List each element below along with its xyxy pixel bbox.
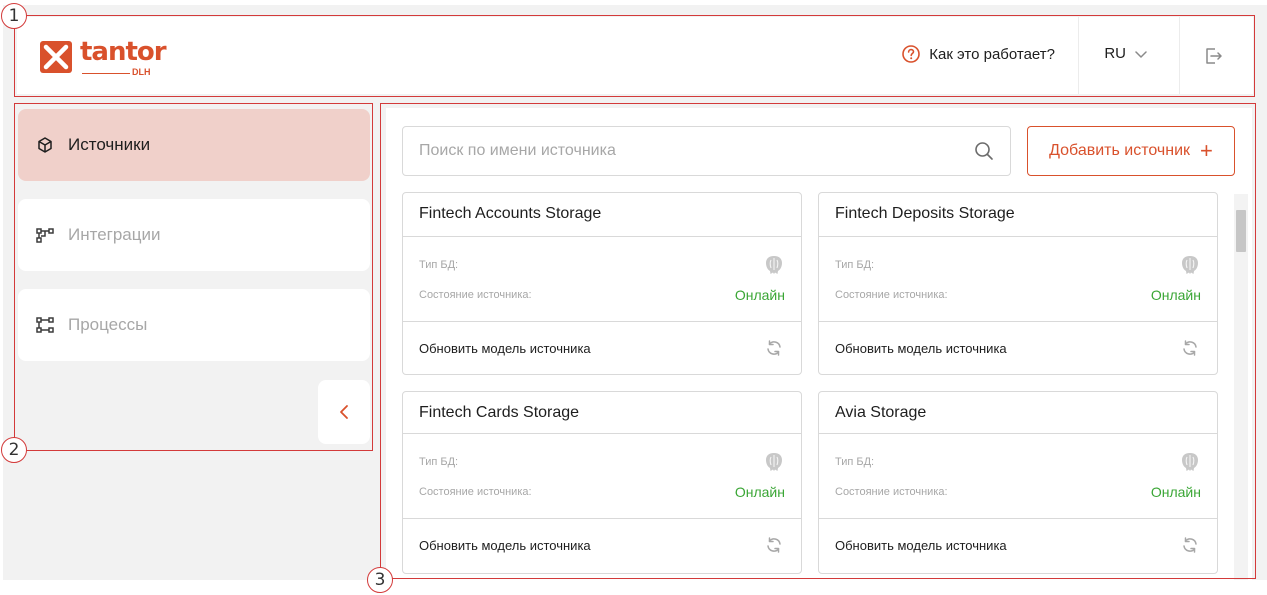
integration-icon [36,228,54,243]
logo-subtitle: DLH [132,67,151,77]
refresh-model-label: Обновить модель источника [835,538,1007,553]
postgresql-icon [766,256,782,274]
refresh-icon[interactable] [765,536,783,554]
scrollbar-thumb[interactable] [1236,210,1246,252]
source-status-value: Онлайн [734,484,785,500]
add-source-button[interactable]: Добавить источник + [1027,126,1235,176]
logout-icon[interactable] [1203,46,1223,66]
sources-panel: Добавить источник + Fintech Accounts Sto… [386,108,1252,580]
source-status-value: Онлайн [1150,484,1201,500]
annotation-number: 1 [1,3,27,29]
logo-mark-icon [40,41,72,73]
source-card-title: Fintech Accounts Storage [419,205,602,222]
card-divider [819,236,1217,237]
db-type-label: Тип БД: [419,259,459,271]
source-card-title: Fintech Deposits Storage [835,205,1015,222]
refresh-icon[interactable] [765,339,783,357]
refresh-model-label: Обновить модель источника [835,341,1007,356]
sidebar-item-label: Интеграции [68,225,161,244]
sidebar-item-label: Источники [68,135,151,154]
db-type-label: Тип БД: [419,456,459,468]
source-status-label: Состояние источника: [419,289,532,301]
source-card-title: Avia Storage [835,404,927,421]
header-divider [1078,17,1079,94]
postgresql-icon [1182,453,1198,471]
source-card-title: Fintech Cards Storage [419,404,580,421]
cards-scrollbar[interactable] [1234,194,1248,580]
source-card[interactable]: Fintech Deposits Storage Тип БД: Состоян… [818,192,1218,375]
sidebar-item-label: Процессы [68,315,148,334]
postgresql-icon [1182,256,1198,274]
process-icon [36,317,54,333]
source-card[interactable]: Avia Storage Тип БД: Состояние источника… [818,391,1218,574]
help-link[interactable]: Как это работает? [902,45,1055,63]
help-link-label: Как это работает? [929,45,1055,63]
chevron-left-icon [340,405,348,419]
add-source-label: Добавить источник [1049,142,1191,159]
search-icon[interactable] [974,141,994,161]
header-divider [1179,17,1180,94]
refresh-model-label: Обновить модель источника [419,538,591,553]
refresh-icon[interactable] [1181,339,1199,357]
search-box [402,126,1011,176]
card-divider [403,236,801,237]
tantor-logo[interactable]: tantor DLH [40,35,167,77]
question-circle-icon [902,45,921,63]
source-card[interactable]: Fintech Cards Storage Тип БД: Состояние … [402,391,802,574]
card-divider [819,321,1217,322]
annotation-number: 2 [1,437,27,463]
collapse-sidebar-button[interactable] [318,380,370,444]
source-status-label: Состояние источника: [835,486,948,498]
source-status-value: Онлайн [734,287,785,303]
source-card[interactable]: Fintech Accounts Storage Тип БД: Состоян… [402,192,802,375]
db-type-label: Тип БД: [835,456,875,468]
source-status-label: Состояние источника: [835,289,948,301]
card-divider [403,321,801,322]
source-status-label: Состояние источника: [419,486,532,498]
sidebar-item-processes[interactable]: Процессы [18,289,370,361]
sidebar-item-integrations[interactable]: Интеграции [18,199,370,271]
plus-icon: + [1200,138,1213,163]
sidebar-item-sources[interactable]: Источники [18,109,370,181]
card-divider [403,518,801,519]
cube-icon [38,137,52,153]
logo-wordmark: tantor [80,37,167,67]
refresh-icon[interactable] [1181,536,1199,554]
db-type-label: Тип БД: [835,259,875,271]
refresh-model-label: Обновить модель источника [419,341,591,356]
logo-underline [82,73,130,74]
postgresql-icon [766,453,782,471]
card-divider [403,433,801,434]
chevron-down-icon [1135,50,1147,58]
card-divider [819,433,1217,434]
language-select[interactable]: RU [1104,45,1148,62]
card-divider [819,518,1217,519]
top-header: tantor DLH Как это работает? RU [17,17,1253,94]
search-input[interactable] [403,127,963,175]
annotation-number: 3 [367,567,393,593]
source-status-value: Онлайн [1150,287,1201,303]
language-value: RU [1104,45,1126,62]
